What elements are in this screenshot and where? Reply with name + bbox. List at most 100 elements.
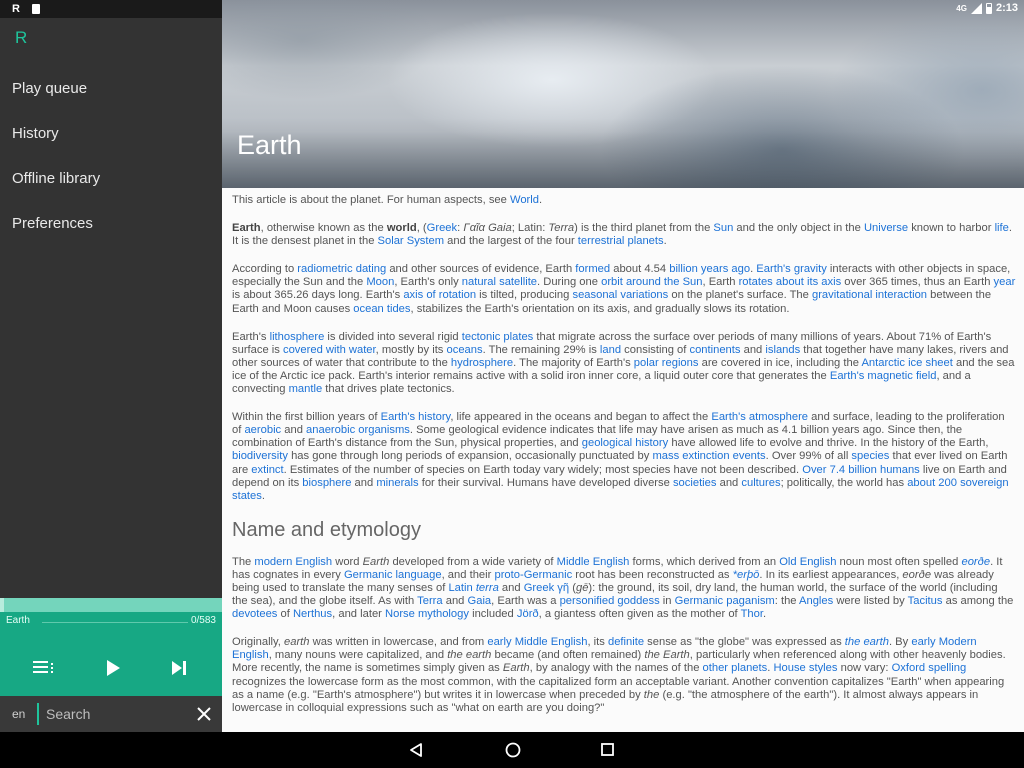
article-link[interactable]: Jörð — [517, 608, 539, 620]
article-link[interactable]: societies — [673, 477, 717, 489]
article-link[interactable]: polar regions — [634, 357, 699, 369]
sidebar-item-history[interactable]: History — [0, 119, 222, 164]
article-link[interactable]: devotees — [232, 608, 277, 620]
article-link[interactable]: Angles — [799, 595, 833, 607]
page-title: Earth — [237, 130, 302, 160]
article-link[interactable]: billion years ago — [669, 263, 750, 275]
queue-icon[interactable] — [31, 658, 57, 678]
article-link[interactable]: anaerobic organisms — [306, 424, 410, 436]
article-link[interactable]: covered with water — [283, 344, 376, 356]
article-link[interactable]: Solar System — [378, 235, 445, 247]
track-count: 0/583 — [190, 615, 216, 626]
article-link[interactable]: Greek — [427, 222, 457, 234]
article-link[interactable]: cultures — [741, 477, 780, 489]
article-link[interactable]: *erþō — [733, 569, 760, 581]
article-link[interactable]: the earth — [845, 636, 889, 648]
article-link[interactable]: Earth's gravity — [756, 263, 827, 275]
article-link[interactable]: other planets — [703, 662, 768, 674]
article-link[interactable]: mantle — [289, 383, 323, 395]
hatnote: This article is about the planet. For hu… — [232, 194, 543, 206]
article-link[interactable]: biodiversity — [232, 450, 288, 462]
article-link[interactable]: year — [994, 276, 1016, 288]
intro-section: Earth, otherwise known as the world, (Gr… — [232, 222, 1016, 503]
article-link[interactable]: Moon — [366, 276, 394, 288]
article-link[interactable]: gravitational interaction — [812, 289, 927, 301]
article-link[interactable]: ocean tides — [353, 303, 410, 315]
italic-text: Terra — [548, 222, 575, 235]
track-title: Earth — [6, 615, 30, 626]
playback-progress-bar[interactable] — [0, 598, 222, 612]
play-icon[interactable] — [100, 658, 126, 678]
article-link[interactable]: life — [995, 222, 1009, 234]
article-link[interactable]: hydrosphere — [451, 357, 513, 369]
article-link[interactable]: extinct — [251, 464, 283, 476]
article-link[interactable]: modern English — [254, 556, 332, 568]
article-link[interactable]: orbit around the Sun — [601, 276, 702, 288]
article-link[interactable]: Old English — [779, 556, 836, 568]
article-link[interactable]: axis of rotation — [403, 289, 476, 301]
sidebar-item-preferences[interactable]: Preferences — [0, 209, 222, 254]
article-link[interactable]: natural satellite — [462, 276, 537, 288]
article-link[interactable]: terrestrial planets — [578, 235, 664, 247]
article-link[interactable]: Sun — [713, 222, 733, 234]
article-link[interactable]: Greek — [524, 582, 554, 594]
article-link[interactable]: lithosphere — [270, 331, 325, 343]
article-link[interactable]: aerobic — [244, 424, 281, 436]
article-link[interactable]: Oxford spelling — [892, 662, 967, 674]
article-link[interactable]: Over 7.4 billion humans — [802, 464, 920, 476]
back-icon[interactable] — [406, 741, 426, 759]
article-link[interactable]: early Middle English — [487, 636, 587, 648]
language-selector[interactable]: en — [12, 707, 25, 721]
article-link[interactable]: Gaia — [468, 595, 492, 607]
article-link[interactable]: World — [510, 194, 539, 206]
article-link[interactable]: γῆ — [557, 582, 569, 594]
article-link[interactable]: oceans — [447, 344, 483, 356]
skip-next-icon[interactable] — [166, 658, 192, 678]
article-link[interactable]: Germanic language — [344, 569, 442, 581]
article-link[interactable]: Thor — [741, 608, 763, 620]
search-input[interactable] — [46, 702, 186, 726]
article-link[interactable]: definite — [608, 636, 644, 648]
sidebar-item-play-queue[interactable]: Play queue — [0, 74, 222, 119]
article-link[interactable]: seasonal variations — [572, 289, 668, 301]
home-icon[interactable] — [503, 741, 523, 759]
sidebar-item-offline-library[interactable]: Offline library — [0, 164, 222, 209]
article-link[interactable]: Tacitus — [908, 595, 943, 607]
status-bar-right: 4G 2:13 — [956, 2, 1018, 14]
signal-icon — [970, 2, 982, 14]
article-link[interactable]: species — [851, 450, 889, 462]
article-link[interactable]: House styles — [773, 662, 837, 674]
article-link[interactable]: tectonic plates — [462, 331, 534, 343]
close-icon[interactable] — [196, 706, 212, 722]
article-link[interactable]: continents — [689, 344, 740, 356]
recents-icon[interactable] — [598, 741, 618, 759]
article-link[interactable]: Antarctic ice sheet — [861, 357, 952, 369]
article-link[interactable]: Earth's magnetic field — [830, 370, 937, 382]
article-link[interactable]: Latin — [448, 582, 475, 594]
article-link[interactable]: terra — [476, 582, 499, 594]
article-link[interactable]: mass extinction events — [652, 450, 765, 462]
article-link[interactable]: minerals — [376, 477, 418, 489]
article-link[interactable]: Universe — [864, 222, 908, 234]
article-link[interactable]: Nerthus — [293, 608, 332, 620]
article-link[interactable]: Norse mythology — [385, 608, 469, 620]
article-link[interactable]: Terra — [417, 595, 443, 607]
article-link[interactable]: biosphere — [302, 477, 351, 489]
article-link[interactable]: Germanic paganism — [675, 595, 775, 607]
article-link[interactable]: Earth's history — [381, 411, 451, 423]
article-link[interactable]: geological history — [582, 437, 668, 449]
article-link[interactable]: radiometric dating — [297, 263, 386, 275]
article-link[interactable]: Middle English — [557, 556, 630, 568]
status-bar: R 4G 2:13 — [0, 0, 1024, 18]
article-paragraph: The modern English word Earth developed … — [232, 555, 1014, 621]
article-link[interactable]: personified goddess — [560, 595, 660, 607]
article-link[interactable]: land — [600, 344, 621, 356]
article-link[interactable]: eorðe — [961, 556, 990, 568]
article-link[interactable]: Earth's atmosphere — [711, 411, 808, 423]
article-link[interactable]: proto-Germanic — [494, 569, 572, 581]
article-link[interactable]: formed — [575, 263, 610, 275]
article-link[interactable]: rotates about its axis — [739, 276, 842, 288]
status-app-letter: R — [12, 3, 20, 15]
battery-icon — [985, 2, 992, 14]
article-link[interactable]: islands — [765, 344, 800, 356]
